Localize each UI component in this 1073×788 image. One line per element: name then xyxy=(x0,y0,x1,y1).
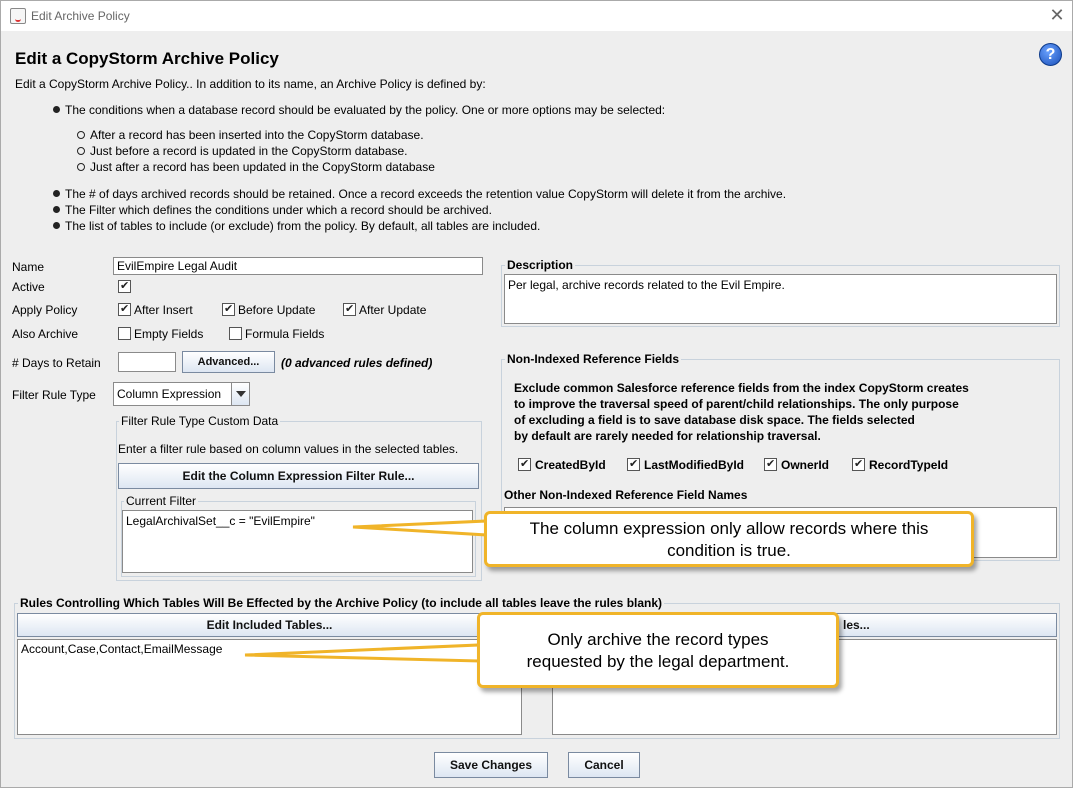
before-update-checkbox[interactable] xyxy=(222,302,235,316)
included-tables-textarea[interactable]: Account,Case,Contact,EmailMessage xyxy=(17,639,522,735)
non-indexed-title: Non-Indexed Reference Fields xyxy=(505,352,682,366)
recordtypeid-label: RecordTypeId xyxy=(869,458,949,472)
filter-rule-type-label: Filter Rule Type xyxy=(12,388,96,402)
bullet-retention: The # of days archived records should be… xyxy=(53,187,786,201)
title-bar: Edit Archive Policy ✕ xyxy=(1,1,1072,31)
empty-fields-label: Empty Fields xyxy=(134,327,204,341)
intro-text: Edit a CopyStorm Archive Policy.. In add… xyxy=(15,77,486,91)
name-input[interactable]: EvilEmpire Legal Audit xyxy=(113,257,483,275)
page-title: Edit a CopyStorm Archive Policy xyxy=(15,49,279,68)
name-label: Name xyxy=(12,260,45,274)
filter-callout: The column expression only allow records… xyxy=(484,511,974,567)
formula-fields-checkbox[interactable] xyxy=(229,327,242,340)
bullet-icon xyxy=(53,190,60,197)
active-checkbox[interactable] xyxy=(118,279,131,293)
bullet-filter: The Filter which defines the conditions … xyxy=(53,203,492,217)
help-icon[interactable]: ? xyxy=(1039,43,1062,66)
edit-included-tables-button[interactable]: Edit Included Tables... xyxy=(17,613,522,637)
bullet-icon xyxy=(53,206,60,213)
createdbyid-label: CreatedById xyxy=(535,458,606,472)
ownerid-checkbox[interactable] xyxy=(764,457,777,471)
save-changes-button[interactable]: Save Changes xyxy=(434,752,548,778)
edit-filter-rule-button[interactable]: Edit the Column Expression Filter Rule..… xyxy=(118,463,479,489)
tables-callout: Only archive the record types requested … xyxy=(477,612,839,688)
other-fields-title: Other Non-Indexed Reference Field Names xyxy=(504,488,748,502)
sub-option-after-update: Just after a record has been updated in … xyxy=(77,160,435,174)
after-insert-label: After Insert xyxy=(134,303,193,317)
after-update-checkbox[interactable] xyxy=(343,302,356,316)
apply-policy-label: Apply Policy xyxy=(12,303,78,317)
before-update-label: Before Update xyxy=(238,303,316,317)
cancel-button[interactable]: Cancel xyxy=(568,752,640,778)
close-icon[interactable]: ✕ xyxy=(1047,5,1067,25)
bullet-icon xyxy=(53,222,60,229)
edit-archive-policy-window: Edit Archive Policy ✕ Edit a CopyStorm A… xyxy=(0,0,1073,788)
days-to-retain-label: # Days to Retain xyxy=(12,356,101,370)
advanced-button[interactable]: Advanced... xyxy=(182,351,275,373)
lastmodifiedbyid-checkbox[interactable] xyxy=(627,457,640,471)
sub-option-after-insert: After a record has been inserted into th… xyxy=(77,128,424,142)
ownerid-label: OwnerId xyxy=(781,458,830,472)
current-filter-title: Current Filter xyxy=(124,494,199,508)
circle-icon xyxy=(77,163,85,171)
days-to-retain-input[interactable] xyxy=(118,352,176,372)
active-label: Active xyxy=(12,280,45,294)
bullet-tables: The list of tables to include (or exclud… xyxy=(53,219,540,233)
advanced-rules-note: (0 advanced rules defined) xyxy=(281,356,433,370)
non-indexed-description: Exclude common Salesforce reference fiel… xyxy=(514,381,969,443)
empty-fields-checkbox[interactable] xyxy=(118,327,131,340)
java-app-icon xyxy=(10,8,26,24)
chevron-down-icon[interactable] xyxy=(231,383,249,405)
sub-option-before-update: Just before a record is updated in the C… xyxy=(77,144,408,158)
current-filter-textarea[interactable]: LegalArchivalSet__c = "EvilEmpire" xyxy=(122,510,473,573)
recordtypeid-checkbox[interactable] xyxy=(852,457,865,471)
after-update-label: After Update xyxy=(359,303,427,317)
rules-title: Rules Controlling Which Tables Will Be E… xyxy=(18,596,665,610)
custom-data-instructions: Enter a filter rule based on column valu… xyxy=(118,442,459,456)
filter-rule-type-select[interactable]: Column Expression xyxy=(113,382,250,406)
bullet-conditions: The conditions when a database record sh… xyxy=(53,103,665,117)
window-title: Edit Archive Policy xyxy=(31,9,130,23)
bullet-icon xyxy=(53,106,60,113)
createdbyid-checkbox[interactable] xyxy=(518,457,531,471)
description-title: Description xyxy=(505,258,576,272)
custom-data-title: Filter Rule Type Custom Data xyxy=(119,414,281,428)
lastmodifiedbyid-label: LastModifiedById xyxy=(644,458,745,472)
also-archive-label: Also Archive xyxy=(12,327,79,341)
formula-fields-label: Formula Fields xyxy=(245,327,325,341)
description-textarea[interactable]: Per legal, archive records related to th… xyxy=(504,274,1057,324)
circle-icon xyxy=(77,147,85,155)
circle-icon xyxy=(77,131,85,139)
after-insert-checkbox[interactable] xyxy=(118,302,131,316)
